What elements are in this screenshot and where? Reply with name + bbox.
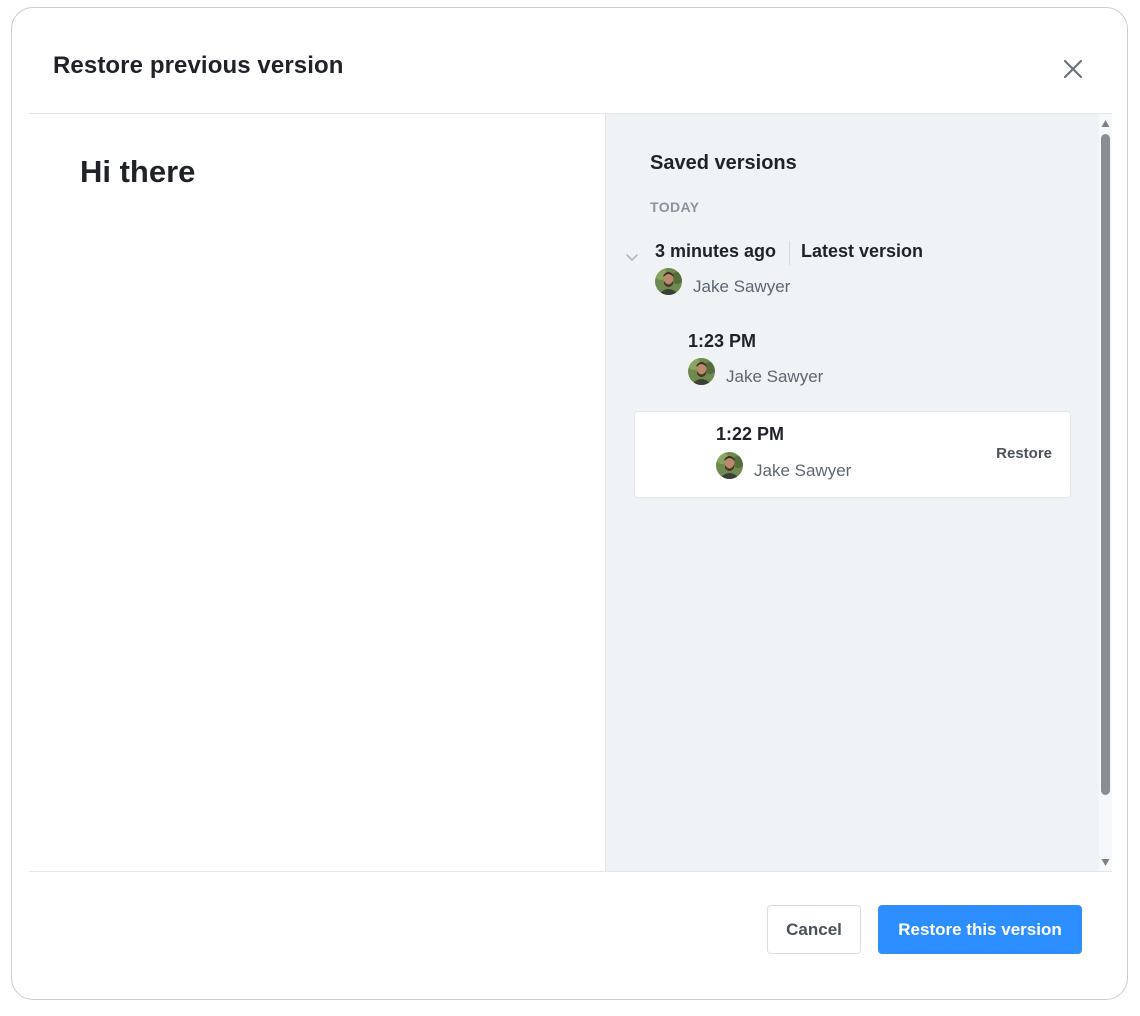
version-time: 1:23 PM xyxy=(688,331,757,351)
restore-this-version-button[interactable]: Restore this version xyxy=(878,905,1082,954)
saved-versions-title: Saved versions xyxy=(650,152,797,174)
scroll-up-arrow-icon[interactable] xyxy=(1101,119,1110,128)
version-item-latest[interactable]: 3 minutes ago Latest version Jake Sawyer xyxy=(626,232,1071,312)
dialog-header: Restore previous version xyxy=(12,8,1127,113)
close-icon xyxy=(1063,59,1083,79)
version-item[interactable]: 1:23 PM Jake Sawyer xyxy=(634,322,1071,400)
chevron-down-icon[interactable] xyxy=(624,249,640,265)
dialog-footer: Cancel Restore this version xyxy=(12,872,1127,999)
avatar xyxy=(688,358,715,385)
version-preview: Hi there xyxy=(29,114,605,871)
dialog-content: Hi there Saved versions TODAY 3 minutes … xyxy=(29,114,1112,871)
version-time: 1:22 PM xyxy=(716,424,785,444)
latest-version-label: Latest version xyxy=(801,241,924,261)
scroll-down-arrow-icon[interactable] xyxy=(1101,858,1110,867)
version-time: 3 minutes ago xyxy=(655,241,777,261)
scrollbar[interactable] xyxy=(1099,114,1112,871)
version-author: Jake Sawyer xyxy=(754,461,852,480)
version-item-selected[interactable]: 1:22 PM Jake Sawyer Restore xyxy=(634,411,1071,498)
scrollbar-thumb[interactable] xyxy=(1101,134,1110,795)
preview-heading: Hi there xyxy=(80,154,196,189)
version-separator xyxy=(789,241,790,265)
version-author: Jake Sawyer xyxy=(693,277,791,296)
saved-versions-panel[interactable]: Saved versions TODAY 3 minutes ago Lates… xyxy=(605,114,1112,871)
cancel-button[interactable]: Cancel xyxy=(767,905,861,954)
version-group-label: TODAY xyxy=(650,199,700,215)
dialog-title: Restore previous version xyxy=(53,52,344,79)
version-author: Jake Sawyer xyxy=(726,367,824,386)
avatar xyxy=(655,268,682,295)
avatar xyxy=(716,452,743,479)
restore-version-dialog: Restore previous version Hi there Saved … xyxy=(11,7,1128,1000)
close-button[interactable] xyxy=(1058,54,1088,84)
restore-link[interactable]: Restore xyxy=(996,445,1052,462)
